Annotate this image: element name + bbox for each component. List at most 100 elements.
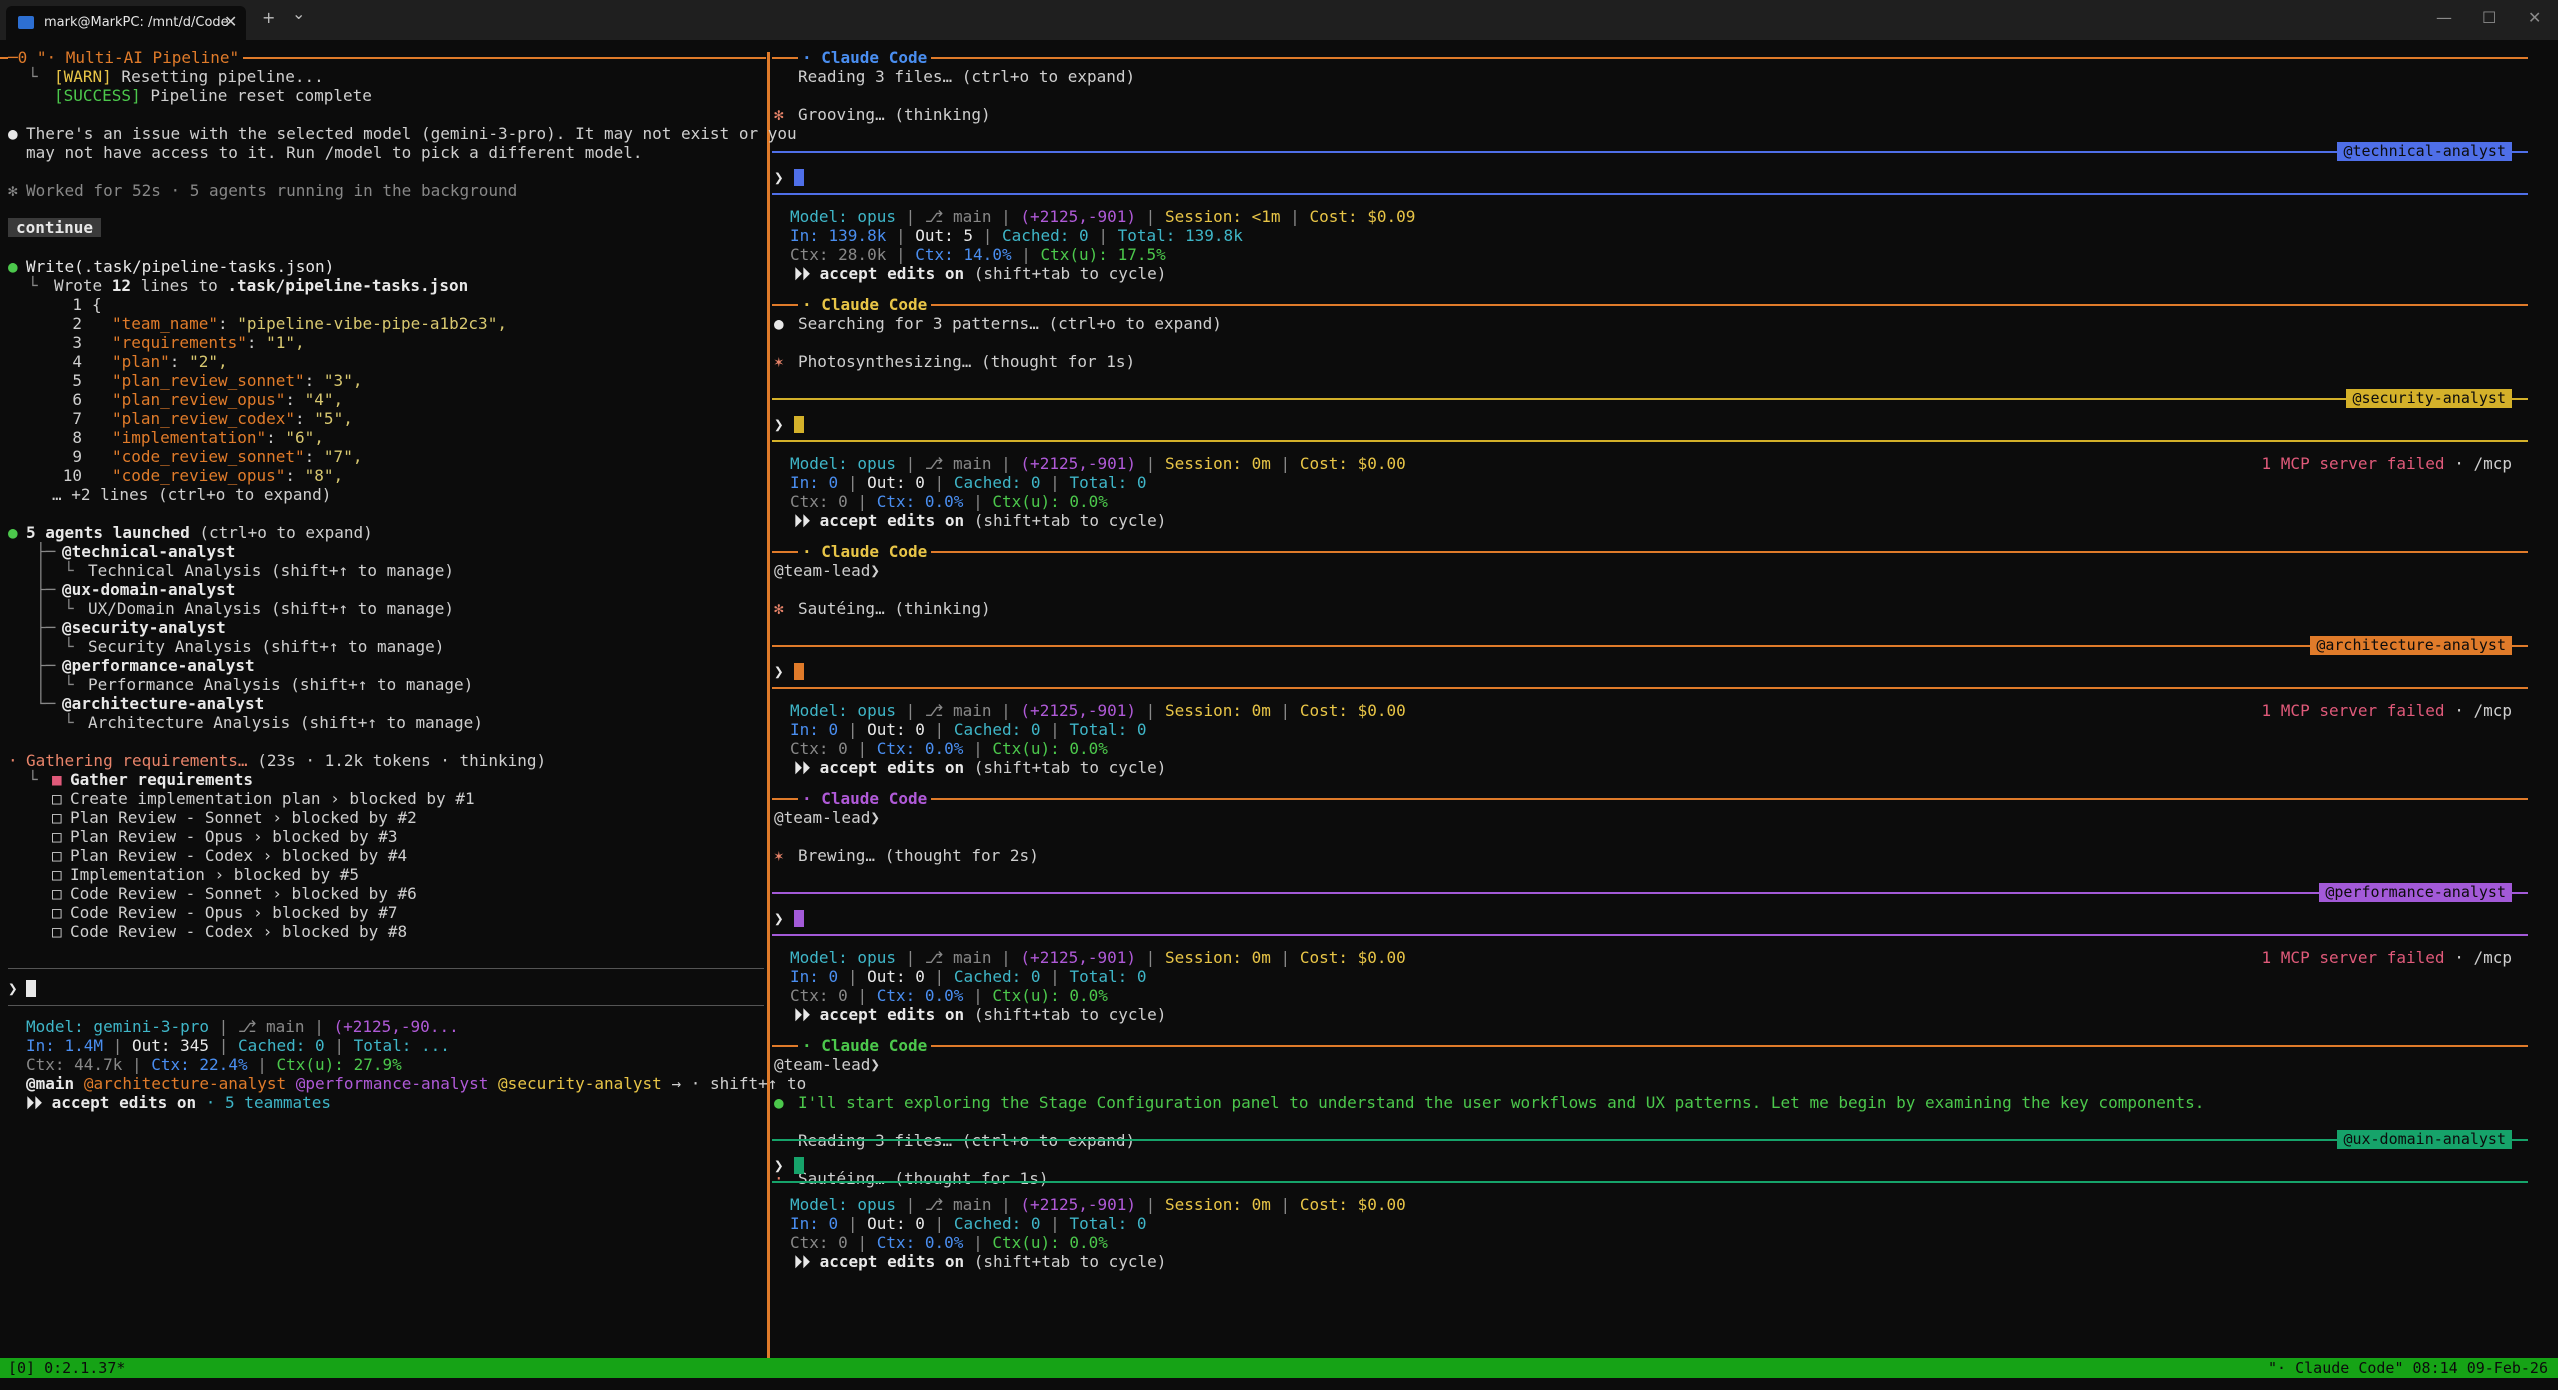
session: Session: 0m — [1164, 948, 1271, 967]
ctx: Ctx: 28.0k — [790, 245, 887, 264]
tree-branch: └ — [64, 713, 74, 732]
prompt-input[interactable] — [794, 662, 804, 681]
sep: | — [905, 1195, 916, 1214]
ctx-used: Ctx(u): 0.0% — [992, 492, 1108, 511]
input-top-border — [8, 968, 764, 969]
more-lines-hint[interactable]: … +2 lines (ctrl+o to expand) — [52, 485, 331, 504]
bullet: ● — [8, 257, 18, 276]
tree-branch: └ — [64, 675, 74, 694]
mcp-status[interactable]: 1 MCP server failed · /mcp — [2262, 454, 2512, 473]
prompt-input[interactable] — [794, 415, 804, 434]
sep: | — [973, 986, 983, 1005]
prompt-input[interactable] — [26, 979, 36, 998]
status-icon: ● — [774, 314, 784, 333]
tokens-in: In: 139.8k — [790, 226, 887, 245]
team-performance[interactable]: @performance-analyst — [296, 1074, 489, 1093]
tree-branch: └ — [64, 637, 74, 656]
model: Model: opus — [790, 1195, 896, 1214]
prompt-input[interactable] — [794, 1156, 804, 1175]
tree-connector: ├─ — [36, 542, 56, 561]
agent-name[interactable]: @architecture-analyst — [62, 694, 264, 713]
line-number: 7 — [72, 409, 82, 428]
json-value: "4", — [304, 390, 344, 409]
prompt-input[interactable] — [794, 909, 804, 928]
json-value: "pipeline-vibe-pipe-a1b2c3", — [237, 314, 507, 333]
mcp-status[interactable]: 1 MCP server failed · /mcp — [2262, 701, 2512, 720]
tree-branch: └ — [64, 561, 74, 580]
prompt-input[interactable] — [794, 168, 804, 187]
tokens-in: In: 0 — [790, 473, 839, 492]
accept-edits: ⏵⏵ accept edits on — [794, 264, 965, 283]
agent-tag[interactable]: @architecture-analyst — [2310, 636, 2512, 655]
tokens-out: Out: 0 — [867, 473, 925, 492]
accept-line: ⏵⏵ accept edits on (shift+tab to cycle) — [794, 264, 1166, 283]
sep: | — [934, 473, 945, 492]
prompt-icon: ❯ — [774, 168, 784, 187]
tokens-cached: Cached: 0 — [953, 967, 1041, 986]
sep: | — [1001, 1195, 1011, 1214]
teammates-count: · 5 teammates — [196, 1093, 331, 1112]
agent-name[interactable]: @performance-analyst — [62, 656, 255, 675]
sep: | — [982, 226, 993, 245]
tree-connector: │ — [36, 637, 46, 656]
input-bottom-border — [772, 1181, 2528, 1183]
sep: | — [973, 1233, 983, 1252]
sep: | — [847, 473, 858, 492]
json-key: "code_review_opus" — [112, 466, 286, 485]
tokens-out: Out: 0 — [867, 1214, 925, 1233]
agent-name[interactable]: @ux-domain-analyst — [62, 580, 235, 599]
agent-tag[interactable]: @technical-analyst — [2337, 142, 2512, 161]
diff: (+2125,-901) — [1020, 454, 1137, 473]
json-key: "requirements" — [112, 333, 247, 352]
json-value: "2", — [189, 352, 228, 371]
bullet: ● — [8, 124, 18, 143]
team-architecture[interactable]: @architecture-analyst — [84, 1074, 286, 1093]
tree-connector: │ — [36, 561, 46, 580]
agent-name[interactable]: @technical-analyst — [62, 542, 235, 561]
agent-name[interactable]: @security-analyst — [62, 618, 226, 637]
pane-title: · Claude Code — [798, 789, 932, 808]
ctx: Ctx: 0 — [790, 492, 848, 511]
agent-description: Technical Analysis (shift+↑ to manage) — [88, 561, 455, 580]
close-tab-icon[interactable]: ✕ — [224, 12, 237, 31]
code-line: 6 "plan_review_opus": "4", — [52, 390, 343, 409]
pane-divider[interactable] — [767, 52, 770, 1358]
ctx: Ctx: 0 — [790, 986, 848, 1005]
cursor — [794, 1157, 804, 1174]
accept-line: ⏵⏵ accept edits on (shift+tab to cycle) — [794, 758, 1166, 777]
maximize-button[interactable]: ☐ — [2482, 8, 2496, 27]
team-tail: → · shift+↑ to — [661, 1074, 807, 1093]
agent-tag[interactable]: @ux-domain-analyst — [2337, 1130, 2512, 1149]
model-issue-line-1: There's an issue with the selected model… — [26, 124, 797, 143]
close-window-button[interactable]: ✕ — [2528, 8, 2541, 27]
status-session: [0] 0:2.1.37* — [8, 1359, 126, 1377]
agents-launched-line[interactable]: 5 agents launched (ctrl+o to expand) — [26, 523, 373, 542]
task-item: Code Review - Opus › blocked by #7 — [70, 903, 398, 922]
tokens-total: Total: 0 — [1069, 720, 1147, 739]
new-tab-button[interactable]: + — [262, 8, 275, 27]
terminal-tab[interactable]: mark@MarkPC: /mnt/d/Code ✕ — [6, 6, 246, 40]
ctx-used: Ctx(u): 27.9% — [276, 1055, 402, 1074]
agent-tag[interactable]: @security-analyst — [2346, 389, 2512, 408]
wrote-line: Wrote 12 lines to .task/pipeline-tasks.j… — [54, 276, 468, 295]
tmux-status-bar: [0] 0:2.1.37* "· Claude Code" 08:14 09-F… — [0, 1358, 2558, 1378]
sep: | — [973, 739, 983, 758]
minimize-button[interactable]: — — [2436, 8, 2452, 27]
task-current-icon: ■ — [52, 770, 62, 789]
sep: | — [905, 948, 916, 967]
continue-button[interactable]: continue — [8, 218, 102, 237]
sep: | — [857, 986, 868, 1005]
mcp-status[interactable]: 1 MCP server failed · /mcp — [2262, 948, 2512, 967]
agent-tag[interactable]: @performance-analyst — [2319, 883, 2512, 902]
status-ctx-line: Ctx: 28.0k | Ctx: 14.0% | Ctx(u): 17.5% — [790, 245, 1166, 264]
tokens-total: Total: ... — [353, 1036, 450, 1055]
tab-dropdown-icon[interactable]: ⌄ — [292, 4, 305, 23]
team-main[interactable]: @main — [26, 1074, 74, 1093]
pane-line: Sautéing… (thought for 1s) — [798, 1169, 1049, 1188]
ctx: Ctx: 44.7k — [26, 1055, 123, 1074]
status-ctx-line: Ctx: 0 | Ctx: 0.0% | Ctx(u): 0.0% — [790, 492, 1108, 511]
accept-line: ⏵⏵ accept edits on (shift+tab to cycle) — [794, 1252, 1166, 1271]
team-security[interactable]: @security-analyst — [498, 1074, 662, 1093]
status-model-line: Model: opus | ⎇ main | (+2125,-901) | Se… — [790, 701, 1406, 720]
cycle-hint: (shift+tab to cycle) — [964, 511, 1167, 530]
